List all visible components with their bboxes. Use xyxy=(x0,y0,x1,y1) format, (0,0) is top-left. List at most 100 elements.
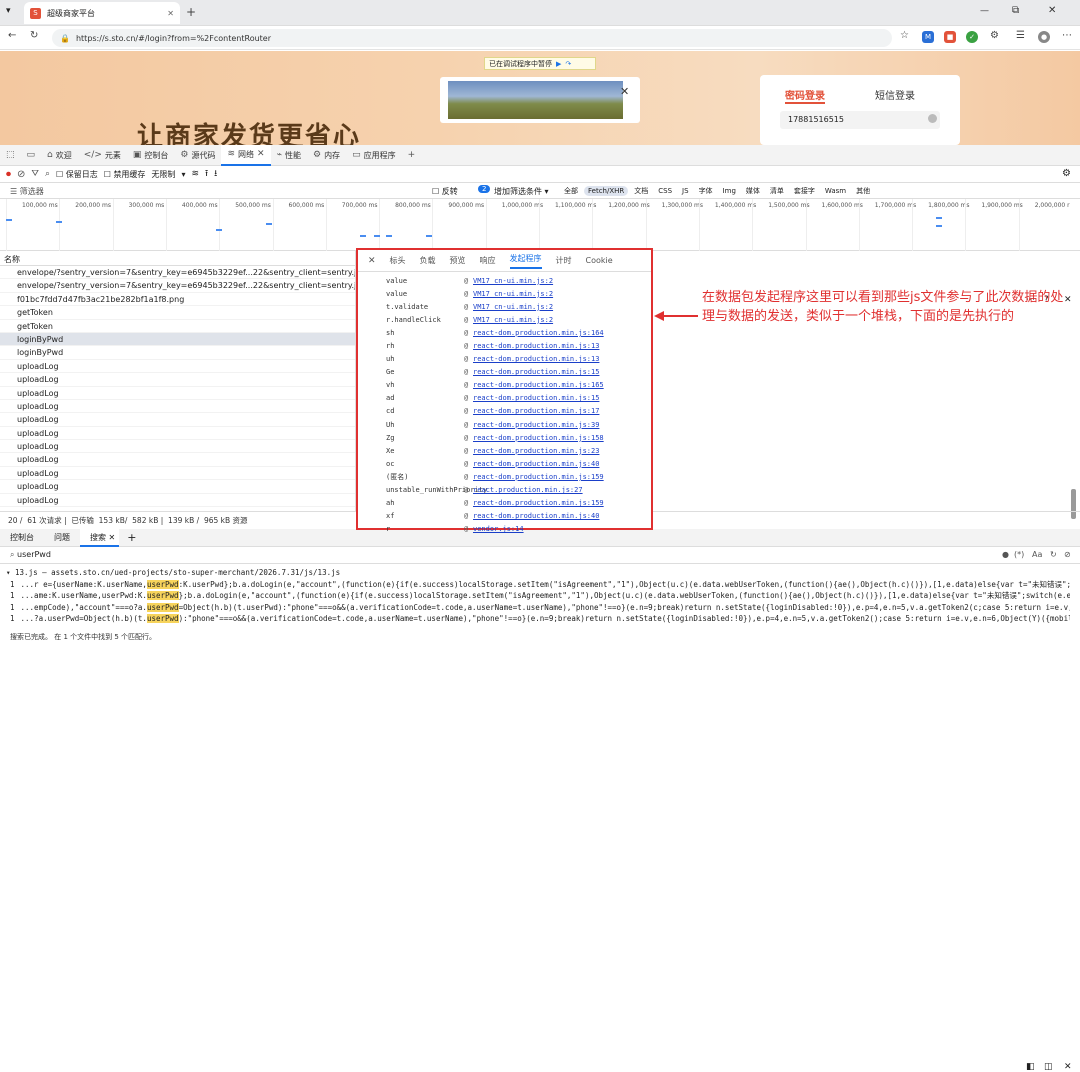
drawer-tab-search[interactable]: 搜索 ✕ xyxy=(80,528,120,547)
resume-icon[interactable]: ▶ xyxy=(556,60,561,68)
panel-tab-preview[interactable]: 预览 xyxy=(450,255,466,266)
type-wasm[interactable]: Wasm xyxy=(821,186,850,196)
inspect-icon[interactable]: ⬚ xyxy=(0,145,21,166)
tab-performance[interactable]: ⌁ 性能 xyxy=(271,145,307,166)
request-row[interactable]: uploadLog xyxy=(0,480,355,494)
type-media[interactable]: 媒体 xyxy=(742,185,764,197)
clear-search-icon[interactable]: ● xyxy=(1002,550,1009,559)
dock-icon[interactable]: ◧ xyxy=(1026,1062,1035,1072)
favorites-icon[interactable]: ☰ xyxy=(1016,30,1025,41)
frame-source-link[interactable]: react.production.min.js:27 xyxy=(473,486,583,494)
network-timeline[interactable]: 100,000 ms 200,000 ms 300,000 ms 400,000 ms… xyxy=(0,199,1080,251)
refresh-search-icon[interactable]: ↻ xyxy=(1050,550,1057,559)
back-icon[interactable]: ← xyxy=(8,30,16,41)
new-tab-icon[interactable]: + xyxy=(186,5,196,19)
profile-avatar[interactable]: ● xyxy=(1038,31,1050,43)
close-window-icon[interactable]: ✕ xyxy=(1048,5,1056,16)
frame-source-link[interactable]: react-dom.production.min.js:40 xyxy=(473,460,599,468)
add-tab-icon[interactable]: + xyxy=(402,145,422,166)
type-js[interactable]: JS xyxy=(678,186,693,196)
type-socket[interactable]: 套接字 xyxy=(790,185,819,197)
request-row[interactable]: uploadLog xyxy=(0,360,355,374)
network-settings-icon[interactable]: ⚙ xyxy=(1062,168,1071,179)
extension-red-icon[interactable]: ■ xyxy=(944,31,956,43)
request-row[interactable]: uploadLog xyxy=(0,440,355,454)
disable-cache-checkbox[interactable]: ☐ 禁用缓存 xyxy=(104,169,146,180)
browser-tab[interactable]: S 超级商家平台 ✕ xyxy=(24,2,180,24)
panel-tab-response[interactable]: 响应 xyxy=(480,255,496,266)
match-case-icon[interactable]: (*) xyxy=(1014,550,1024,559)
captcha-close-icon[interactable]: ✕ xyxy=(620,85,629,98)
tab-sources[interactable]: ⚙ 源代码 xyxy=(174,145,221,166)
search-result-line[interactable]: 1 ...empCode),"account"===o?a.userPwd=Obj… xyxy=(0,602,1070,614)
request-row[interactable]: uploadLog xyxy=(0,387,355,400)
star-icon[interactable]: ☆ xyxy=(900,30,909,41)
frame-source-link[interactable]: react-dom.production.min.js:158 xyxy=(473,434,604,442)
request-row[interactable]: uploadLog xyxy=(0,427,355,441)
search-file-header[interactable]: ▾ 13.js — assets.sto.cn/ued-projects/sto… xyxy=(0,567,1070,579)
more-filters-button[interactable]: 增加筛选条件 ▾ xyxy=(494,186,549,197)
search-icon[interactable]: ⌕ xyxy=(45,169,50,179)
drawer-tab-issues[interactable]: 问题 xyxy=(44,532,80,543)
close-drawer-icon[interactable]: ✕ xyxy=(1064,1062,1072,1072)
tab-network[interactable]: ≋ 网络 ✕ xyxy=(221,144,271,166)
tab-elements[interactable]: </> 元素 xyxy=(78,145,127,166)
step-over-icon[interactable]: ↷ xyxy=(565,60,571,68)
tab-memory[interactable]: ⚙ 内存 xyxy=(307,145,346,166)
import-icon[interactable]: ⭱ xyxy=(205,166,208,182)
type-manifest[interactable]: 清单 xyxy=(766,185,788,197)
request-row[interactable]: getToken xyxy=(0,320,355,333)
request-row[interactable]: uploadLog xyxy=(0,373,355,387)
request-row[interactable]: uploadLog xyxy=(0,467,355,481)
request-row[interactable]: f01bc7fdd7d47fb3ac21be282bf1a1f8.png xyxy=(0,293,355,307)
name-column-header[interactable]: 名称 xyxy=(0,251,355,266)
frame-source-link[interactable]: react-dom.production.min.js:39 xyxy=(473,421,599,429)
clear-input-icon[interactable] xyxy=(928,114,937,123)
undock-icon[interactable]: ◫ xyxy=(1044,1062,1053,1072)
frame-source-link[interactable]: VM17 cn-ui.min.js:2 xyxy=(473,316,553,324)
frame-source-link[interactable]: VM17 cn-ui.min.js:2 xyxy=(473,290,553,298)
phone-input[interactable]: 17881516515 xyxy=(780,111,940,129)
extension-m-icon[interactable]: M xyxy=(922,31,934,43)
panel-tab-headers[interactable]: 标头 xyxy=(390,255,406,266)
request-row[interactable]: envelope/?sentry_version=7&sentry_key=e6… xyxy=(0,266,355,280)
request-row[interactable]: uploadLog xyxy=(0,494,355,508)
more-menu-icon[interactable]: ⋯ xyxy=(1062,30,1072,41)
request-row[interactable]: loginByPwd xyxy=(0,346,355,360)
type-font[interactable]: 字体 xyxy=(695,185,717,197)
export-icon[interactable]: ⭳ xyxy=(214,166,217,182)
panel-tab-payload[interactable]: 负载 xyxy=(420,255,436,266)
tab-console[interactable]: ▣ 控制台 xyxy=(127,145,175,166)
type-img[interactable]: Img xyxy=(719,186,740,196)
tab-sms-login[interactable]: 短信登录 xyxy=(875,87,915,102)
request-row[interactable]: uploadLog xyxy=(0,400,355,414)
filter-icon[interactable]: ⛛ xyxy=(31,169,39,179)
request-row[interactable]: envelope/?sentry_version=7&sentry_key=e6… xyxy=(0,279,355,293)
throttle-dropdown-icon[interactable]: ▾ xyxy=(181,170,185,179)
request-row[interactable]: uploadLog xyxy=(0,413,355,427)
drawer-tab-console[interactable]: 控制台 xyxy=(0,532,44,543)
record-icon[interactable]: ⏺ xyxy=(6,169,11,180)
search-result-line[interactable]: 1 ...ame:K.userName,userPwd:K.userPwd};b.… xyxy=(0,590,1070,602)
reload-icon[interactable]: ↻ xyxy=(30,30,38,41)
frame-source-link[interactable]: react-dom.production.min.js:15 xyxy=(473,368,599,376)
extensions-icon[interactable]: ⚙ xyxy=(990,30,999,41)
extension-green-icon[interactable]: ✓ xyxy=(966,31,978,43)
request-row[interactable]: uploadLog xyxy=(0,453,355,467)
filter-field[interactable]: ☰ 筛选器 xyxy=(10,186,44,197)
type-doc[interactable]: 文档 xyxy=(630,185,652,197)
network-conditions-icon[interactable]: ≋ xyxy=(191,169,199,179)
type-css[interactable]: CSS xyxy=(654,186,676,196)
preserve-log-checkbox[interactable]: ☐ 保留日志 xyxy=(56,169,98,180)
close-panel-icon[interactable]: ✕ xyxy=(368,256,376,266)
tab-welcome[interactable]: ⌂ 欢迎 xyxy=(41,145,78,166)
frame-source-link[interactable]: vendor.js:14 xyxy=(473,525,524,533)
frame-source-link[interactable]: VM17 cn-ui.min.js:2 xyxy=(473,277,553,285)
frame-source-link[interactable]: react-dom.production.min.js:13 xyxy=(473,342,599,350)
search-input[interactable]: userPwd xyxy=(17,550,51,559)
panel-tab-cookie[interactable]: Cookie xyxy=(586,256,613,265)
panel-tab-timing[interactable]: 计时 xyxy=(556,255,572,266)
device-toolbar-icon[interactable]: ▭ xyxy=(21,145,42,166)
close-tab-icon[interactable]: ✕ xyxy=(167,9,174,18)
captcha-image[interactable] xyxy=(448,81,623,119)
